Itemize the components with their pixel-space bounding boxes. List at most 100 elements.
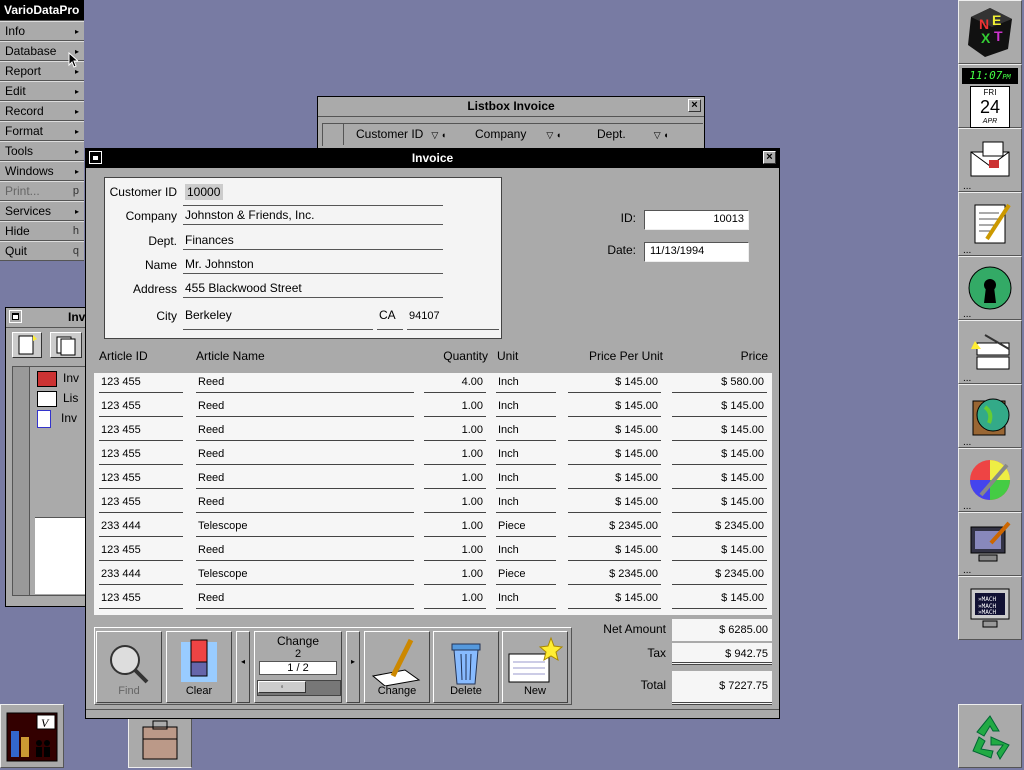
cell-quantity[interactable]: 1.00 <box>424 493 486 513</box>
cell-article-id[interactable]: 123 455 <box>99 373 183 393</box>
column-customer-id[interactable]: Customer ID ▽ ◖ <box>343 124 476 145</box>
cell-price[interactable]: $ 580.00 <box>672 373 767 393</box>
miniaturize-button[interactable] <box>89 151 102 164</box>
state-field[interactable]: CA <box>377 308 403 330</box>
cell-quantity[interactable]: 1.00 <box>424 589 486 609</box>
table-row[interactable]: 123 455 Reed 1.00 Inch $ 145.00 $ 145.00 <box>94 493 772 517</box>
table-row[interactable]: 123 455 Reed 1.00 Inch $ 145.00 $ 145.00 <box>94 397 772 421</box>
name-field[interactable]: Mr. Johnston <box>183 257 443 274</box>
cell-article-id[interactable]: 123 455 <box>99 589 183 609</box>
cell-article-name[interactable]: Telescope <box>196 565 414 585</box>
table-row[interactable]: 233 444 Telescope 1.00 Piece $ 2345.00 $ 2345… <box>94 517 772 541</box>
find-button[interactable]: Find <box>96 631 162 703</box>
cell-article-id[interactable]: 123 455 <box>99 541 183 561</box>
address-field[interactable]: 455 Blackwood Street <box>183 281 443 298</box>
variodata-app-icon[interactable]: V <box>0 704 64 768</box>
close-icon[interactable]: × <box>688 99 701 112</box>
cell-unit[interactable]: Piece <box>496 565 556 585</box>
cell-unit[interactable]: Inch <box>496 541 556 561</box>
menu-item-record[interactable]: Record ▸ <box>0 101 84 121</box>
briefcase-icon[interactable] <box>128 716 192 768</box>
resize-bar[interactable] <box>86 709 779 718</box>
cell-unit[interactable]: Inch <box>496 469 556 489</box>
cell-unit[interactable]: Inch <box>496 493 556 513</box>
cell-article-id[interactable]: 123 455 <box>99 493 183 513</box>
menu-item-hide[interactable]: Hide h <box>0 221 84 241</box>
cell-article-name[interactable]: Reed <box>196 589 414 609</box>
menu-item-print[interactable]: Print... p <box>0 181 84 201</box>
cell-quantity[interactable]: 1.00 <box>424 517 486 537</box>
cell-article-name[interactable]: Reed <box>196 469 414 489</box>
cell-article-id[interactable]: 233 444 <box>99 565 183 585</box>
new-document-button[interactable] <box>12 332 42 358</box>
cell-price-per-unit[interactable]: $ 145.00 <box>568 373 661 393</box>
cell-price-per-unit[interactable]: $ 2345.00 <box>568 517 661 537</box>
previous-arrow-button[interactable]: ◂ <box>236 631 250 703</box>
cell-unit[interactable]: Inch <box>496 397 556 417</box>
column-dept[interactable]: Dept. ▽ ◖ <box>597 124 697 145</box>
cell-article-name[interactable]: Reed <box>196 541 414 561</box>
cell-quantity[interactable]: 1.00 <box>424 445 486 465</box>
menu-item-tools[interactable]: Tools ▸ <box>0 141 84 161</box>
globe-book-icon[interactable]: ... <box>958 384 1022 448</box>
list-item[interactable]: Lis <box>37 389 78 407</box>
cell-unit[interactable]: Piece <box>496 517 556 537</box>
menu-item-quit[interactable]: Quit q <box>0 241 84 261</box>
cell-price[interactable]: $ 145.00 <box>672 589 767 609</box>
delete-button[interactable]: Delete <box>433 631 499 703</box>
cell-price[interactable]: $ 145.00 <box>672 445 767 465</box>
cell-price-per-unit[interactable]: $ 145.00 <box>568 421 661 441</box>
date-field[interactable]: 11/13/1994 <box>644 242 749 262</box>
column-company[interactable]: Company ▽ ◖ <box>475 124 585 145</box>
cell-price[interactable]: $ 2345.00 <box>672 565 767 585</box>
cell-price-per-unit[interactable]: $ 145.00 <box>568 493 661 513</box>
change-button[interactable]: Change <box>364 631 430 703</box>
cell-article-name[interactable]: Reed <box>196 493 414 513</box>
list-item[interactable]: Inv <box>37 369 79 387</box>
cell-article-id[interactable]: 233 444 <box>99 517 183 537</box>
clock-icon[interactable]: 11:07PM FRI 24 APR <box>958 64 1022 128</box>
cell-quantity[interactable]: 4.00 <box>424 373 486 393</box>
keyhole-globe-icon[interactable]: ... <box>958 256 1022 320</box>
table-row[interactable]: 233 444 Telescope 1.00 Piece $ 2345.00 $ 2345… <box>94 565 772 589</box>
cell-article-name[interactable]: Reed <box>196 397 414 417</box>
cell-price-per-unit[interactable]: $ 145.00 <box>568 589 661 609</box>
cell-quantity[interactable]: 1.00 <box>424 397 486 417</box>
miniaturize-button[interactable] <box>9 310 22 323</box>
table-row[interactable]: 123 455 Reed 4.00 Inch $ 145.00 $ 580.00 <box>94 373 772 397</box>
color-wheel-icon[interactable]: ... <box>958 448 1022 512</box>
cell-unit[interactable]: Inch <box>496 589 556 609</box>
cell-article-name[interactable]: Reed <box>196 445 414 465</box>
cell-article-name[interactable]: Reed <box>196 373 414 393</box>
new-button[interactable]: New <box>502 631 568 703</box>
city-field[interactable]: Berkeley <box>183 308 373 330</box>
cell-price[interactable]: $ 145.00 <box>672 493 767 513</box>
cell-price-per-unit[interactable]: $ 145.00 <box>568 397 661 417</box>
cell-price[interactable]: $ 2345.00 <box>672 517 767 537</box>
cell-quantity[interactable]: 1.00 <box>424 469 486 489</box>
table-row[interactable]: 123 455 Reed 1.00 Inch $ 145.00 $ 145.00 <box>94 445 772 469</box>
cell-price-per-unit[interactable]: $ 2345.00 <box>568 565 661 585</box>
company-field[interactable]: Johnston & Friends, Inc. <box>183 208 443 225</box>
next-logo-icon[interactable]: N E X T <box>958 0 1022 64</box>
cell-price[interactable]: $ 145.00 <box>672 541 767 561</box>
text-editor-icon[interactable]: ... <box>958 192 1022 256</box>
cell-quantity[interactable]: 1.00 <box>424 541 486 561</box>
menu-item-info[interactable]: Info ▸ <box>0 21 84 41</box>
table-row[interactable]: 123 455 Reed 1.00 Inch $ 145.00 $ 145.00 <box>94 541 772 565</box>
cell-article-name[interactable]: Reed <box>196 421 414 441</box>
preferences-icon[interactable]: ... <box>958 320 1022 384</box>
cell-price[interactable]: $ 145.00 <box>672 397 767 417</box>
cell-quantity[interactable]: 1.00 <box>424 565 486 585</box>
mach-terminal-icon[interactable]: »MACH »MACH »MACH <box>958 576 1022 640</box>
cell-unit[interactable]: Inch <box>496 373 556 393</box>
table-row[interactable]: 123 455 Reed 1.00 Inch $ 145.00 $ 145.00 <box>94 469 772 493</box>
cell-quantity[interactable]: 1.00 <box>424 421 486 441</box>
table-row[interactable]: 123 455 Reed 1.00 Inch $ 145.00 $ 145.00 <box>94 589 772 613</box>
cell-article-id[interactable]: 123 455 <box>99 421 183 441</box>
id-field[interactable]: 10013 <box>644 210 749 230</box>
list-scrollbar[interactable] <box>13 367 30 595</box>
cell-price[interactable]: $ 145.00 <box>672 421 767 441</box>
cell-article-id[interactable]: 123 455 <box>99 445 183 465</box>
menu-item-edit[interactable]: Edit ▸ <box>0 81 84 101</box>
